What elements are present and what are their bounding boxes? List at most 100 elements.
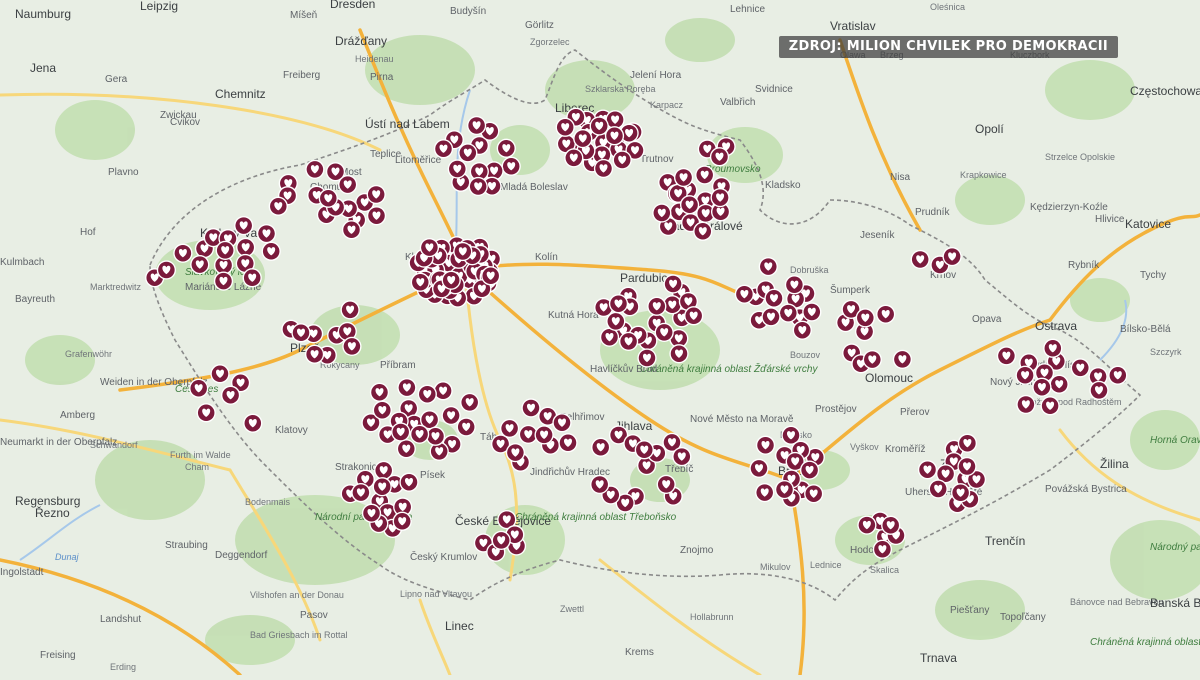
heart-pin-icon[interactable]: [862, 349, 882, 370]
heart-pin-icon[interactable]: [210, 364, 230, 384]
heart-pin-icon[interactable]: [1015, 365, 1035, 385]
heart-pin-icon[interactable]: [663, 274, 683, 294]
heart-pin-icon[interactable]: [552, 413, 572, 433]
heart-pin-icon[interactable]: [1043, 338, 1063, 358]
heart-pin-icon[interactable]: [876, 304, 896, 324]
heart-pin-icon[interactable]: [1040, 396, 1060, 416]
heart-pin-icon[interactable]: [637, 348, 657, 368]
heart-pin-icon[interactable]: [366, 206, 387, 226]
heart-pin-icon[interactable]: [366, 184, 386, 205]
heart-pin-icon[interactable]: [892, 349, 913, 370]
heart-pin-icon[interactable]: [268, 196, 288, 216]
heart-pin-icon[interactable]: [242, 268, 262, 288]
heart-pin-icon[interactable]: [917, 460, 938, 480]
heart-pin-icon[interactable]: [220, 385, 241, 405]
heart-pin-icon[interactable]: [591, 437, 611, 457]
heart-pin-icon[interactable]: [351, 482, 371, 503]
heart-pin-icon[interactable]: [654, 322, 674, 343]
heart-pin-icon[interactable]: [778, 303, 798, 323]
heart-pin-icon[interactable]: [709, 147, 730, 167]
heart-pin-icon[interactable]: [305, 159, 325, 180]
heart-pin-icon[interactable]: [399, 472, 419, 492]
heart-pin-icon[interactable]: [652, 203, 672, 223]
heart-pin-icon[interactable]: [761, 307, 781, 327]
heart-pin-icon[interactable]: [693, 221, 713, 241]
heart-pin-icon[interactable]: [734, 284, 755, 304]
heart-pin-icon[interactable]: [396, 439, 416, 459]
map-canvas[interactable]: Naumburg Leipzig Dresden Míšeň Budyšín Görlit…: [0, 0, 1200, 677]
heart-pin-icon[interactable]: [950, 483, 971, 503]
heart-pin-icon[interactable]: [491, 530, 511, 551]
heart-pin-icon[interactable]: [593, 158, 614, 179]
heart-pin-icon[interactable]: [749, 458, 769, 479]
heart-pin-icon[interactable]: [684, 306, 704, 326]
heart-pin-icon[interactable]: [679, 195, 700, 215]
heart-pin-icon[interactable]: [857, 515, 877, 535]
heart-pin-icon[interactable]: [361, 503, 382, 523]
heart-pin-icon[interactable]: [341, 220, 362, 240]
heart-pin-icon[interactable]: [558, 433, 578, 453]
heart-pin-icon[interactable]: [466, 115, 487, 136]
heart-pin-icon[interactable]: [855, 308, 875, 328]
heart-pin-icon[interactable]: [534, 425, 554, 445]
heart-pin-icon[interactable]: [190, 254, 210, 275]
heart-pin-icon[interactable]: [410, 272, 430, 292]
heart-pin-icon[interactable]: [234, 215, 254, 236]
heart-pin-icon[interactable]: [910, 249, 930, 270]
heart-pin-icon[interactable]: [441, 270, 461, 290]
heart-pin-icon[interactable]: [392, 511, 412, 531]
heart-pin-icon[interactable]: [372, 477, 392, 497]
heart-pin-icon[interactable]: [173, 243, 193, 263]
heart-pin-icon[interactable]: [555, 117, 575, 137]
heart-pin-icon[interactable]: [755, 482, 775, 503]
heart-pin-icon[interactable]: [590, 474, 610, 495]
heart-pin-icon[interactable]: [669, 344, 689, 364]
heart-pin-icon[interactable]: [261, 241, 281, 261]
heart-pin-icon[interactable]: [802, 302, 822, 322]
heart-pin-icon[interactable]: [799, 460, 820, 480]
heart-pin-icon[interactable]: [928, 479, 948, 499]
heart-pin-icon[interactable]: [499, 418, 520, 439]
heart-pin-icon[interactable]: [460, 392, 480, 413]
heart-pin-icon[interactable]: [618, 331, 639, 352]
heart-pin-icon[interactable]: [695, 165, 715, 185]
heart-pin-icon[interactable]: [340, 300, 360, 320]
heart-pin-icon[interactable]: [996, 346, 1017, 366]
heart-pin-icon[interactable]: [1089, 380, 1109, 401]
heart-pin-icon[interactable]: [957, 456, 977, 477]
heart-pin-icon[interactable]: [409, 424, 430, 444]
heart-pin-icon[interactable]: [505, 442, 526, 463]
heart-pin-icon[interactable]: [673, 167, 694, 188]
heart-pin-icon[interactable]: [243, 413, 263, 433]
heart-pin-icon[interactable]: [453, 241, 473, 262]
heart-pin-icon[interactable]: [710, 187, 730, 208]
heart-pin-icon[interactable]: [256, 223, 277, 244]
heart-pin-icon[interactable]: [291, 323, 311, 343]
heart-pin-icon[interactable]: [458, 143, 478, 163]
heart-pin-icon[interactable]: [792, 320, 812, 340]
heart-pin-icon[interactable]: [468, 176, 488, 197]
heart-pin-icon[interactable]: [564, 148, 584, 168]
heart-pin-icon[interactable]: [942, 246, 962, 267]
heart-pin-icon[interactable]: [672, 446, 692, 467]
heart-pin-icon[interactable]: [215, 240, 235, 261]
heart-pin-icon[interactable]: [372, 400, 392, 420]
heart-pin-icon[interactable]: [304, 344, 325, 364]
heart-pin-icon[interactable]: [342, 336, 362, 357]
heart-pin-icon[interactable]: [417, 384, 437, 404]
heart-pin-icon[interactable]: [755, 435, 776, 455]
heart-pin-icon[interactable]: [634, 440, 654, 460]
heart-pin-icon[interactable]: [433, 381, 453, 401]
heart-pin-icon[interactable]: [784, 275, 805, 295]
heart-pin-icon[interactable]: [612, 150, 632, 170]
heart-pin-icon[interactable]: [1032, 377, 1052, 397]
heart-pin-icon[interactable]: [1016, 394, 1036, 415]
heart-pin-icon[interactable]: [391, 422, 411, 442]
map-svg[interactable]: Naumburg Leipzig Dresden Míšeň Budyšín Görlit…: [0, 0, 1200, 677]
heart-pin-icon[interactable]: [604, 126, 625, 146]
heart-pin-icon[interactable]: [433, 139, 454, 159]
heart-pin-icon[interactable]: [496, 138, 516, 158]
heart-pin-icon[interactable]: [521, 398, 541, 418]
heart-pin-icon[interactable]: [196, 403, 216, 423]
heart-pin-icon[interactable]: [957, 433, 978, 453]
